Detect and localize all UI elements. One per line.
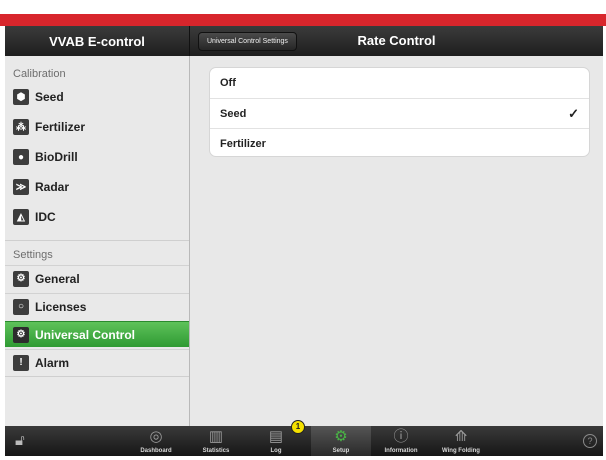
gears-icon: ⚙ (13, 270, 29, 287)
sidebar-item-label: Alarm (35, 355, 70, 370)
tab-label: Wing Folding (442, 448, 480, 454)
alarm-icon: ! (13, 354, 29, 371)
gears-icon: ⚙ (334, 428, 348, 445)
tab-label: Statistics (202, 448, 230, 454)
gauge-icon: ◎ (149, 428, 163, 445)
tab-dashboard[interactable]: ◎ Dashboard (126, 426, 186, 456)
log-notification-badge: 1 (291, 420, 305, 434)
wing-folding-icon: ⟰ (454, 428, 468, 445)
tab-label: Setup (332, 448, 350, 454)
detail-header: Rate Control Universal Control Settings (190, 26, 603, 56)
tab-information[interactable]: ⓘ Information (371, 426, 431, 456)
sidebar-item-label: Fertilizer (35, 120, 86, 134)
sidebar-item-universal-control[interactable]: ⚙ Universal Control (5, 321, 189, 347)
gears-icon: ⚙ (13, 326, 29, 343)
help-icon[interactable]: ? (583, 434, 597, 448)
idc-icon: ◭ (13, 209, 29, 225)
bottom-tab-bar: 🔓︎ ◎ Dashboard ▥ Statistics ▤ Log ⚙ Setu… (5, 420, 603, 456)
tab-label: Log (270, 448, 282, 454)
option-label: Off (220, 77, 236, 89)
sidebar-item-label: General (35, 271, 80, 286)
sidebar: Calibration ⬢ Seed ⁂ Fertilizer ● BioDri… (5, 56, 190, 426)
sidebar-item-seed[interactable]: ⬢ Seed (5, 84, 189, 110)
option-fertilizer[interactable]: Fertilizer (210, 128, 589, 156)
checkmark-icon: ✓ (568, 106, 579, 121)
rate-control-options: Off Seed ✓ Fertilizer (209, 67, 590, 157)
app-window: VVAB E-control Rate Control Universal Co… (5, 26, 603, 456)
sidebar-item-label: Seed (35, 90, 64, 104)
license-icon: ○ (13, 298, 29, 315)
radar-icon: ≫ (13, 179, 29, 195)
back-button[interactable]: Universal Control Settings (198, 32, 297, 51)
tab-statistics[interactable]: ▥ Statistics (186, 426, 246, 456)
info-icon: ⓘ (393, 428, 409, 445)
app-title: VVAB E-control (5, 26, 190, 56)
seed-bag-icon: ⬢ (13, 89, 29, 105)
sidebar-item-licenses[interactable]: ○ Licenses (5, 293, 189, 319)
sidebar-item-label: Radar (35, 180, 70, 194)
sidebar-item-idc[interactable]: ◭ IDC (5, 204, 189, 230)
option-seed[interactable]: Seed ✓ (210, 98, 589, 128)
sidebar-item-label: IDC (35, 210, 56, 224)
bar-chart-icon: ▥ (208, 428, 224, 445)
tab-wing-folding[interactable]: ⟰ Wing Folding (431, 426, 491, 456)
sidebar-item-general[interactable]: ⚙ General (5, 265, 189, 291)
rate-control-panel-area: Off Seed ✓ Fertilizer (191, 56, 603, 426)
tab-label: Dashboard (140, 448, 172, 454)
option-label: Fertilizer (220, 137, 266, 150)
option-off[interactable]: Off (210, 68, 589, 98)
biodrill-icon: ● (13, 149, 29, 165)
section-divider (5, 240, 189, 241)
option-label: Seed (220, 107, 247, 120)
settings-section-title: Settings (13, 249, 53, 261)
sidebar-item-alarm[interactable]: ! Alarm (5, 349, 189, 375)
sidebar-item-label: Licenses (35, 299, 87, 314)
fertilizer-icon: ⁂ (13, 119, 29, 135)
section-divider (5, 376, 189, 377)
lock-icon[interactable]: 🔓︎ (15, 433, 31, 449)
brand-red-bar (0, 14, 606, 26)
tab-setup[interactable]: ⚙ Setup (311, 426, 371, 456)
sidebar-item-biodrill[interactable]: ● BioDrill (5, 144, 189, 170)
tab-label: Information (384, 448, 418, 454)
sidebar-item-radar[interactable]: ≫ Radar (5, 174, 189, 200)
sidebar-item-label: Universal Control (35, 327, 136, 342)
sidebar-item-fertilizer[interactable]: ⁂ Fertilizer (5, 114, 189, 140)
calibration-section-title: Calibration (13, 68, 66, 80)
sidebar-item-label: BioDrill (35, 150, 78, 164)
